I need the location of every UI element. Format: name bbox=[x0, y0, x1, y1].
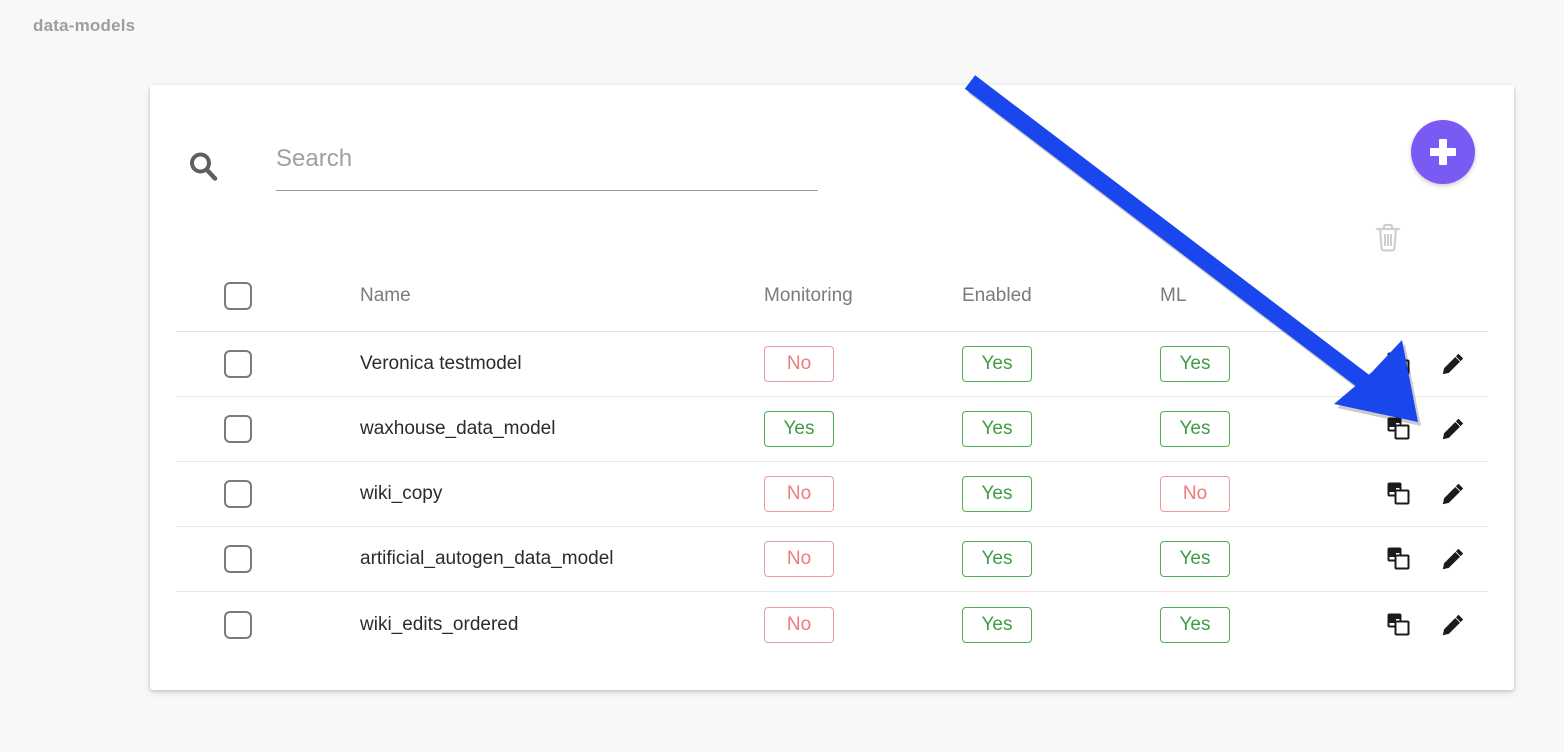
card-toolbar bbox=[150, 85, 1514, 252]
cell-ml: Yes bbox=[1160, 411, 1350, 447]
copy-icon[interactable] bbox=[1386, 481, 1412, 507]
row-select-cell bbox=[176, 545, 360, 573]
ml-badge[interactable]: Yes bbox=[1160, 606, 1230, 643]
search-container bbox=[186, 133, 826, 193]
pencil-icon[interactable] bbox=[1440, 416, 1466, 442]
enabled-badge[interactable]: Yes bbox=[962, 346, 1032, 382]
enabled-badge[interactable]: Yes bbox=[962, 541, 1032, 577]
cell-name: Veronica testmodel bbox=[360, 353, 522, 374]
cell-name: waxhouse_data_model bbox=[360, 418, 556, 439]
cell-actions bbox=[1350, 416, 1488, 442]
row-select-cell bbox=[176, 350, 360, 378]
copy-icon[interactable] bbox=[1386, 416, 1412, 442]
trash-icon[interactable] bbox=[1373, 221, 1403, 255]
table-row[interactable]: wiki_copy No Yes No bbox=[176, 462, 1488, 527]
cell-name: wiki_edits_ordered bbox=[360, 613, 519, 635]
table-row[interactable]: wiki_edits_ordered No Yes Yes bbox=[176, 592, 1488, 657]
cell-ml: No bbox=[1160, 476, 1350, 512]
row-select-cell bbox=[176, 610, 360, 639]
cell-actions bbox=[1350, 351, 1488, 377]
cell-enabled: Yes bbox=[962, 476, 1160, 512]
row-checkbox[interactable] bbox=[224, 350, 252, 378]
cell-monitoring: No bbox=[764, 541, 962, 577]
column-header-ml[interactable]: ML bbox=[1160, 285, 1350, 307]
select-all-cell bbox=[176, 281, 360, 310]
row-checkbox[interactable] bbox=[224, 610, 252, 639]
enabled-badge[interactable]: Yes bbox=[962, 411, 1032, 447]
cell-ml: Yes bbox=[1160, 541, 1350, 577]
copy-icon[interactable] bbox=[1386, 546, 1412, 572]
add-model-button[interactable] bbox=[1411, 120, 1475, 184]
cell-enabled: Yes bbox=[962, 346, 1160, 382]
cell-actions bbox=[1350, 546, 1488, 572]
select-all-checkbox[interactable] bbox=[224, 281, 252, 310]
column-header-enabled[interactable]: Enabled bbox=[962, 285, 1160, 307]
pencil-icon[interactable] bbox=[1440, 481, 1466, 507]
monitoring-badge[interactable]: No bbox=[764, 606, 834, 643]
cell-enabled: Yes bbox=[962, 411, 1160, 447]
cell-actions bbox=[1350, 612, 1488, 638]
row-checkbox[interactable] bbox=[224, 545, 252, 573]
cell-monitoring: No bbox=[764, 606, 962, 643]
cell-name: artificial_autogen_data_model bbox=[360, 548, 614, 569]
search-icon bbox=[186, 149, 220, 183]
data-models-table: Name Monitoring Enabled ML Veronica test… bbox=[176, 260, 1488, 657]
row-checkbox[interactable] bbox=[224, 415, 252, 443]
cell-ml: Yes bbox=[1160, 346, 1350, 382]
page-root: data-models Search Name Monitoring Enabl… bbox=[0, 0, 1564, 752]
data-models-card: Name Monitoring Enabled ML Veronica test… bbox=[150, 85, 1514, 690]
pencil-icon[interactable] bbox=[1440, 351, 1466, 377]
monitoring-badge[interactable]: No bbox=[764, 476, 834, 512]
cell-monitoring: No bbox=[764, 476, 962, 512]
plus-icon bbox=[1430, 139, 1456, 165]
ml-badge[interactable]: Yes bbox=[1160, 346, 1230, 382]
row-select-cell bbox=[176, 480, 360, 508]
copy-icon[interactable] bbox=[1386, 351, 1412, 377]
cell-enabled: Yes bbox=[962, 541, 1160, 577]
ml-badge[interactable]: Yes bbox=[1160, 541, 1230, 577]
table-row[interactable]: waxhouse_data_model Yes Yes Yes bbox=[176, 397, 1488, 462]
cell-enabled: Yes bbox=[962, 606, 1160, 643]
breadcrumb[interactable]: data-models bbox=[33, 16, 135, 36]
pencil-icon[interactable] bbox=[1440, 612, 1466, 638]
cell-monitoring: No bbox=[764, 346, 962, 382]
row-select-cell bbox=[176, 415, 360, 443]
copy-icon[interactable] bbox=[1386, 612, 1412, 638]
column-header-name[interactable]: Name bbox=[360, 285, 764, 307]
row-checkbox[interactable] bbox=[224, 480, 252, 508]
cell-name: wiki_copy bbox=[360, 483, 443, 504]
monitoring-badge[interactable]: No bbox=[764, 541, 834, 577]
search-input[interactable] bbox=[276, 133, 818, 191]
pencil-icon[interactable] bbox=[1440, 546, 1466, 572]
enabled-badge[interactable]: Yes bbox=[962, 606, 1032, 643]
cell-ml: Yes bbox=[1160, 606, 1350, 643]
cell-actions bbox=[1350, 481, 1488, 507]
column-header-monitoring[interactable]: Monitoring bbox=[764, 285, 962, 307]
cell-monitoring: Yes bbox=[764, 411, 962, 447]
ml-badge[interactable]: No bbox=[1160, 476, 1230, 512]
enabled-badge[interactable]: Yes bbox=[962, 476, 1032, 512]
monitoring-badge[interactable]: Yes bbox=[764, 411, 834, 447]
monitoring-badge[interactable]: No bbox=[764, 346, 834, 382]
table-row[interactable]: artificial_autogen_data_model No Yes Yes bbox=[176, 527, 1488, 592]
table-header-row: Name Monitoring Enabled ML bbox=[176, 260, 1488, 332]
ml-badge[interactable]: Yes bbox=[1160, 411, 1230, 447]
table-row[interactable]: Veronica testmodel No Yes Yes bbox=[176, 332, 1488, 397]
